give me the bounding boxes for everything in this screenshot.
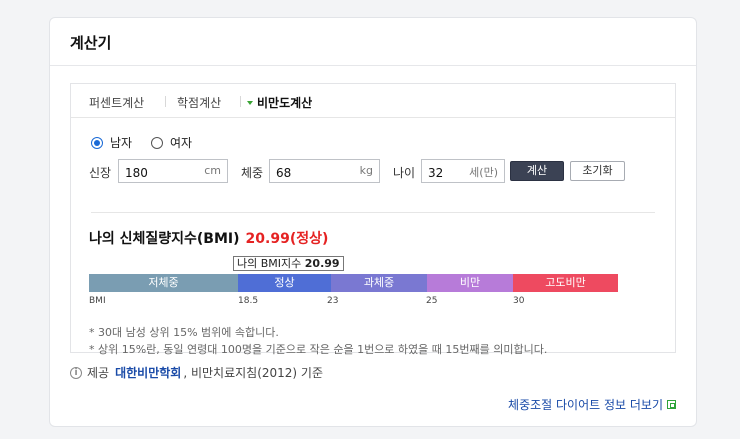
radio-button-icon	[91, 136, 103, 149]
radio-button-icon	[151, 136, 163, 149]
source-link[interactable]: 대한비만학회	[115, 364, 181, 381]
tab-grade[interactable]: 학점계산	[177, 94, 221, 111]
calculator-panel: 퍼센트계산 학점계산 비만도계산 남자 여자 신장 180 cm 체중 68 k…	[70, 83, 676, 356]
weight-label: 체중	[241, 166, 264, 180]
tab-bmi-label: 비만도계산	[257, 96, 313, 110]
title-divider	[50, 65, 696, 66]
tooltip-value: 20.99	[304, 257, 340, 270]
bmi-note: * 30대 남성 상위 15% 범위에 속합니다.	[89, 326, 279, 339]
calculator-card: 계산기 퍼센트계산 학점계산 비만도계산 남자 여자 신장 180 cm 체중	[49, 17, 697, 427]
radio-female[interactable]: 여자	[151, 134, 192, 151]
bmi-segment-obese: 비만	[427, 274, 513, 292]
bmi-scale-bar: 저체중 정상 과체중 비만 고도비만	[89, 274, 618, 292]
bmi-segment-overweight: 과체중	[331, 274, 427, 292]
tab-separator	[240, 96, 241, 107]
bmi-tick-label: 23	[327, 296, 339, 306]
weight-value: 68	[276, 166, 292, 180]
weight-input[interactable]: 68 kg	[269, 159, 380, 183]
height-value: 180	[125, 166, 148, 180]
tab-bar: 퍼센트계산 학점계산 비만도계산	[71, 84, 675, 118]
triangle-down-icon	[247, 101, 253, 105]
reset-button[interactable]: 초기화	[570, 161, 625, 181]
radio-male[interactable]: 남자	[91, 134, 132, 151]
more-info-link[interactable]: 체중조절 다이어트 정보 더보기	[508, 396, 676, 413]
bmi-segment-severely-obese: 고도비만	[513, 274, 618, 292]
height-input[interactable]: 180 cm	[118, 159, 228, 183]
source-suffix: , 비만치료지침(2012) 기준	[183, 366, 324, 380]
source-info: i 제공 대한비만학회 , 비만치료지침(2012) 기준	[70, 364, 323, 381]
bmi-tick-label: BMI	[89, 296, 106, 306]
bmi-tick-label: 30	[513, 296, 525, 306]
age-input[interactable]: 32 세(만)	[421, 159, 505, 183]
bmi-result-title: 나의 신체질량지수(BMI)	[89, 231, 240, 247]
card-title: 계산기	[70, 34, 112, 52]
age-unit: 세(만)	[469, 166, 498, 179]
tab-percent[interactable]: 퍼센트계산	[89, 94, 144, 111]
bmi-segment-normal: 정상	[238, 274, 331, 292]
bmi-result-value: 20.99(정상)	[245, 231, 329, 247]
info-icon: i	[70, 366, 82, 379]
external-link-icon	[667, 400, 676, 409]
age-label: 나이	[393, 166, 416, 180]
weight-unit: kg	[359, 164, 373, 177]
form-divider	[91, 212, 655, 213]
bmi-segment-underweight: 저체중	[89, 274, 238, 292]
bmi-note: * 상위 15%란, 동일 연령대 100명을 기준으로 작은 순을 1번으로 …	[89, 343, 548, 356]
source-prefix: 제공	[87, 366, 110, 380]
bmi-marker-tooltip: 나의 BMI지수 20.99	[233, 256, 344, 271]
bmi-tick-label: 25	[426, 296, 438, 306]
more-info-label: 체중조절 다이어트 정보 더보기	[508, 398, 663, 412]
age-value: 32	[428, 166, 444, 180]
height-unit: cm	[204, 164, 221, 177]
bmi-tick-label: 18.5	[238, 296, 259, 306]
tooltip-label: 나의 BMI지수	[237, 257, 302, 270]
radio-female-label: 여자	[170, 136, 193, 150]
bmi-result: 나의 신체질량지수(BMI) 20.99(정상)	[89, 228, 328, 248]
tab-bmi[interactable]: 비만도계산	[247, 94, 312, 111]
height-label: 신장	[89, 166, 112, 180]
calculate-button[interactable]: 계산	[510, 161, 564, 181]
radio-male-label: 남자	[110, 136, 133, 150]
tab-separator	[165, 96, 166, 107]
